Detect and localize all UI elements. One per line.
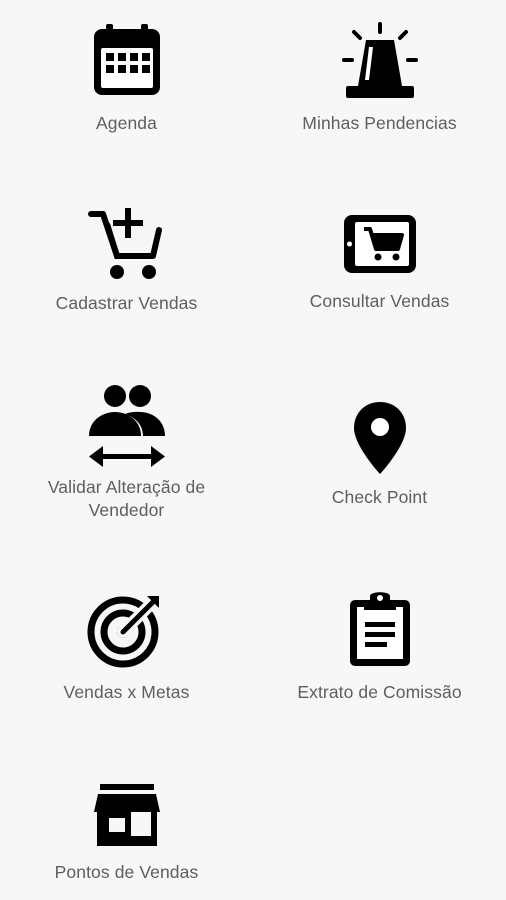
menu-item-label: Extrato de Comissão [297,682,462,702]
cart-plus-icon [87,208,162,279]
menu-item-pontos-de-vendas[interactable]: Pontos de Vendas [0,780,253,884]
menu-item-label: Agenda [96,113,157,133]
menu-item-label: Vendas x Metas [63,682,190,702]
clipboard-icon [349,592,410,666]
map-pin-icon [353,402,406,474]
target-icon [87,596,159,668]
menu-item-label: Consultar Vendas [309,291,450,311]
menu-item-consultar-vendas[interactable]: Consultar Vendas [253,213,506,313]
menu-item-validar-alteracao[interactable]: Validar Alteração de Vendedor [0,384,253,522]
menu-item-label-line-1: Validar Alteração de [47,477,206,497]
menu-item-vendas-x-metas[interactable]: Vendas x Metas [0,592,253,704]
siren-icon [341,22,418,98]
menu-item-label-line-2: Vendedor [88,500,165,520]
menu-item-label: Minhas Pendencias [302,113,457,133]
menu-item-cadastrar-vendas[interactable]: Cadastrar Vendas [0,204,253,315]
menu-item-label: Check Point [331,487,428,507]
menu-item-label: Cadastrar Vendas [55,293,198,313]
menu-item-check-point[interactable]: Check Point [253,400,506,509]
menu-item-label: Validar Alteração de Vendedor [48,476,205,522]
tablet-cart-icon [343,215,416,273]
people-swap-icon [88,385,165,467]
calendar-icon [93,24,160,95]
menu-item-label: Pontos de Vendas [54,862,199,882]
storefront-icon [93,784,160,846]
menu-item-minhas-pendencias[interactable]: Minhas Pendencias [253,20,506,135]
menu-item-extrato-comissao[interactable]: Extrato de Comissão [253,592,506,704]
menu-item-agenda[interactable]: Agenda [0,20,253,135]
